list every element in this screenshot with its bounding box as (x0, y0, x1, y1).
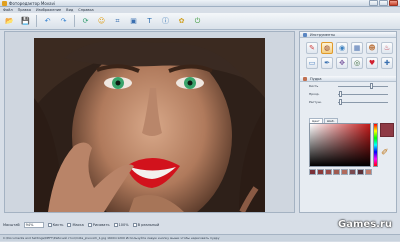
bucket-icon[interactable]: ◉ (336, 42, 348, 54)
exit-icon[interactable]: ⏻ (192, 16, 203, 27)
panel-title: Инструменты (310, 33, 336, 37)
check-label: 100% (118, 223, 129, 227)
color-swatch[interactable] (317, 169, 324, 175)
slider-thumb[interactable] (338, 91, 342, 97)
slider-opacity[interactable]: Прозр. (300, 90, 396, 98)
slider-thumb[interactable] (370, 83, 373, 89)
effects-icon[interactable]: ✿ (176, 16, 187, 27)
open-icon[interactable]: 📂 (4, 16, 15, 27)
toolbar-separator (36, 15, 37, 27)
window-title: Фоторедактор Movavi (9, 1, 56, 6)
lips-icon[interactable]: ♥ (366, 57, 378, 69)
tools-icon (303, 33, 307, 37)
slider-feather[interactable]: Растуш. (300, 98, 396, 106)
app-window: Фоторедактор Movavi Файл Правка Изображе… (0, 0, 400, 241)
check-label: В реальный (137, 223, 160, 227)
slider-track[interactable] (338, 86, 388, 87)
zoom-label: Масштаб (3, 223, 20, 227)
redo-icon[interactable]: ↷ (58, 16, 69, 27)
tools-panel: Инструменты ✎ ◍ ◉ ▦ ☻ ♨ ▭ ✒ ✥ ◎ ♥ ✚ Пудр… (299, 31, 397, 213)
maximize-button[interactable] (379, 0, 388, 6)
minimize-button[interactable] (369, 0, 378, 6)
check-draw[interactable]: Рисовать (87, 223, 110, 227)
check-100[interactable]: 100% (113, 223, 129, 227)
color-swatch[interactable] (325, 169, 332, 175)
color-swatch[interactable] (357, 169, 364, 175)
status-bar: C:\Documents and Settings\DEFT\Рабочий с… (0, 234, 400, 241)
smile-icon[interactable]: ☺ (96, 16, 107, 27)
color-swatch[interactable] (349, 169, 356, 175)
color-swatch[interactable] (309, 169, 316, 175)
text-icon[interactable]: T (144, 16, 155, 27)
color-swatch[interactable] (341, 169, 348, 175)
slider-label: Кисть (309, 84, 319, 88)
checkbox[interactable] (87, 223, 92, 227)
check-brush[interactable]: Кисть (47, 223, 64, 227)
app-icon (2, 1, 7, 6)
hue-slider[interactable] (373, 123, 378, 167)
checkbox[interactable] (47, 223, 52, 227)
rotate-icon[interactable]: ⟳ (80, 16, 91, 27)
slider-thumb[interactable] (338, 99, 342, 105)
eye-icon[interactable]: ◎ (351, 57, 363, 69)
clone-icon[interactable]: ✥ (336, 57, 348, 69)
zoom-select[interactable]: 94% (23, 222, 44, 228)
slider-label: Растуш. (309, 100, 322, 104)
frame-icon[interactable]: ▦ (351, 42, 363, 54)
resize-icon[interactable]: ▣ (128, 16, 139, 27)
slider-label: Прозр. (309, 92, 320, 96)
info-icon[interactable]: ⓘ (160, 16, 171, 27)
bottle-icon[interactable]: ♨ (381, 42, 393, 54)
selected-color-preview (380, 123, 394, 137)
heal-icon[interactable]: ✚ (381, 57, 393, 69)
watermark: Games.ru (338, 219, 392, 230)
powder-icon[interactable]: ◍ (321, 42, 333, 54)
toolbar-separator (74, 15, 75, 27)
portrait-image (34, 38, 265, 212)
save-icon[interactable]: 💾 (20, 16, 31, 27)
slider-track[interactable] (338, 94, 388, 95)
powder-section-icon (303, 77, 307, 81)
eraser-icon[interactable]: ▭ (306, 57, 318, 69)
crop-icon[interactable]: ⌗ (112, 16, 123, 27)
window-controls (369, 0, 398, 7)
color-swatch[interactable] (365, 169, 372, 175)
face-icon[interactable]: ☻ (366, 42, 378, 54)
section-title: Пудра (310, 77, 322, 81)
color-picker[interactable] (309, 123, 371, 167)
check-label: Маска (72, 223, 84, 227)
main-toolbar: 📂 💾 ↶ ↷ ⟳ ☺ ⌗ ▣ T ⓘ ✿ ⏻ (0, 13, 400, 30)
color-swatches (309, 169, 372, 175)
brush-icon[interactable]: ✎ (306, 42, 318, 54)
check-label: Рисовать (92, 223, 110, 227)
title-bar: Фоторедактор Movavi (0, 0, 400, 7)
checkbox[interactable] (67, 223, 72, 227)
panel-header: Инструменты (300, 32, 396, 38)
eyedropper-icon[interactable]: ✐ (381, 148, 389, 158)
checkbox[interactable] (113, 223, 118, 227)
check-real[interactable]: В реальный (132, 223, 160, 227)
checkbox[interactable] (132, 223, 137, 227)
pipette-icon[interactable]: ✒ (321, 57, 333, 69)
undo-icon[interactable]: ↶ (42, 16, 53, 27)
photo-canvas[interactable] (34, 38, 265, 212)
slider-brush[interactable]: Кисть (300, 82, 396, 90)
tool-grid: ✎ ◍ ◉ ▦ ☻ ♨ ▭ ✒ ✥ ◎ ♥ ✚ (300, 38, 396, 73)
check-label: Кисть (52, 223, 64, 227)
color-swatch[interactable] (333, 169, 340, 175)
check-mask[interactable]: Маска (67, 223, 84, 227)
close-button[interactable] (389, 0, 398, 6)
slider-track[interactable] (338, 102, 388, 103)
